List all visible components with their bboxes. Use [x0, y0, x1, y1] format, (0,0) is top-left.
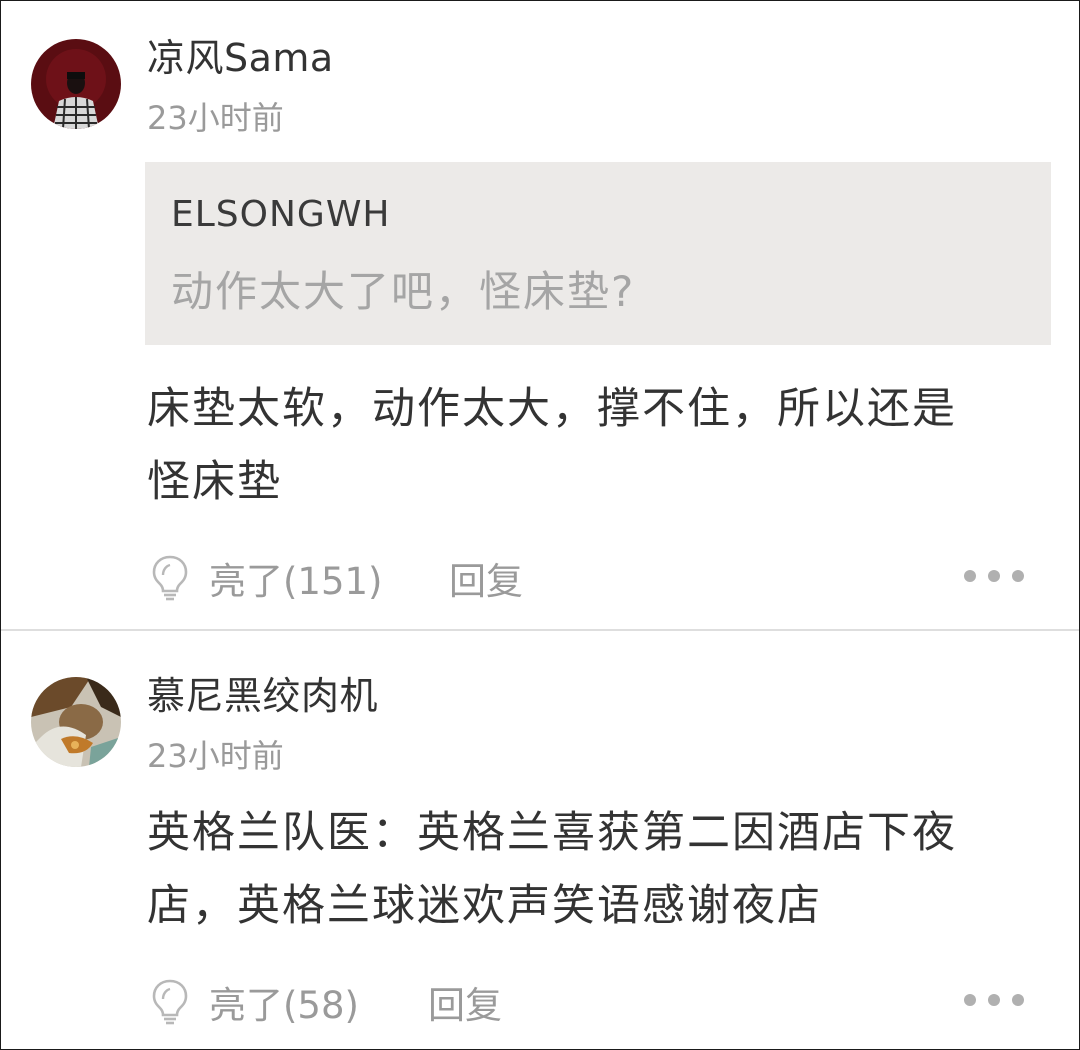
like-button[interactable]: 亮了(151)	[209, 551, 383, 605]
comment-text-line: 店，英格兰球迷欢声笑语感谢夜店	[147, 881, 822, 931]
username[interactable]: 凉风Sama	[147, 27, 334, 82]
user-avatar[interactable]	[31, 39, 121, 129]
comment-item: 慕尼黑绞肉机 23小时前 英格兰队医：英格兰喜获第二因酒店下夜 店，英格兰球迷欢…	[1, 631, 1079, 1049]
comment-text: 英格兰队医：英格兰喜获第二因酒店下夜 店，英格兰球迷欢声笑语感谢夜店	[147, 797, 1037, 943]
like-button[interactable]: 亮了(58)	[209, 975, 359, 1029]
comment-text: 床垫太软，动作太大，撑不住，所以还是 怪床垫	[147, 373, 1037, 519]
user-avatar[interactable]	[31, 677, 121, 767]
comment-actions: 亮了(151) 回复	[1, 547, 1079, 607]
comment-item: 凉风Sama 23小时前 ELSONGWH 动作太大了吧，怪床垫? 床垫太软，动…	[1, 1, 1079, 629]
timestamp: 23小时前	[147, 737, 284, 775]
quoted-username: ELSONGWH	[171, 194, 391, 235]
quoted-text: 动作太大了吧，怪床垫?	[171, 267, 636, 316]
comment-text-line: 怪床垫	[147, 457, 282, 507]
lightbulb-icon[interactable]	[149, 553, 191, 601]
comment-actions: 亮了(58) 回复	[1, 971, 1079, 1031]
reply-button[interactable]: 回复	[428, 975, 502, 1029]
lightbulb-icon[interactable]	[149, 977, 191, 1025]
more-dots-icon[interactable]	[961, 567, 1027, 585]
timestamp: 23小时前	[147, 99, 284, 137]
reply-button[interactable]: 回复	[449, 551, 523, 605]
comment-text-line: 床垫太软，动作太大，撑不住，所以还是	[147, 384, 957, 434]
username[interactable]: 慕尼黑绞肉机	[147, 665, 378, 720]
more-dots-icon[interactable]	[961, 991, 1027, 1009]
comment-text-line: 英格兰队医：英格兰喜获第二因酒店下夜	[147, 808, 957, 858]
comment-list: 凉风Sama 23小时前 ELSONGWH 动作太大了吧，怪床垫? 床垫太软，动…	[0, 0, 1080, 1050]
quoted-comment[interactable]: ELSONGWH 动作太大了吧，怪床垫?	[145, 162, 1051, 345]
